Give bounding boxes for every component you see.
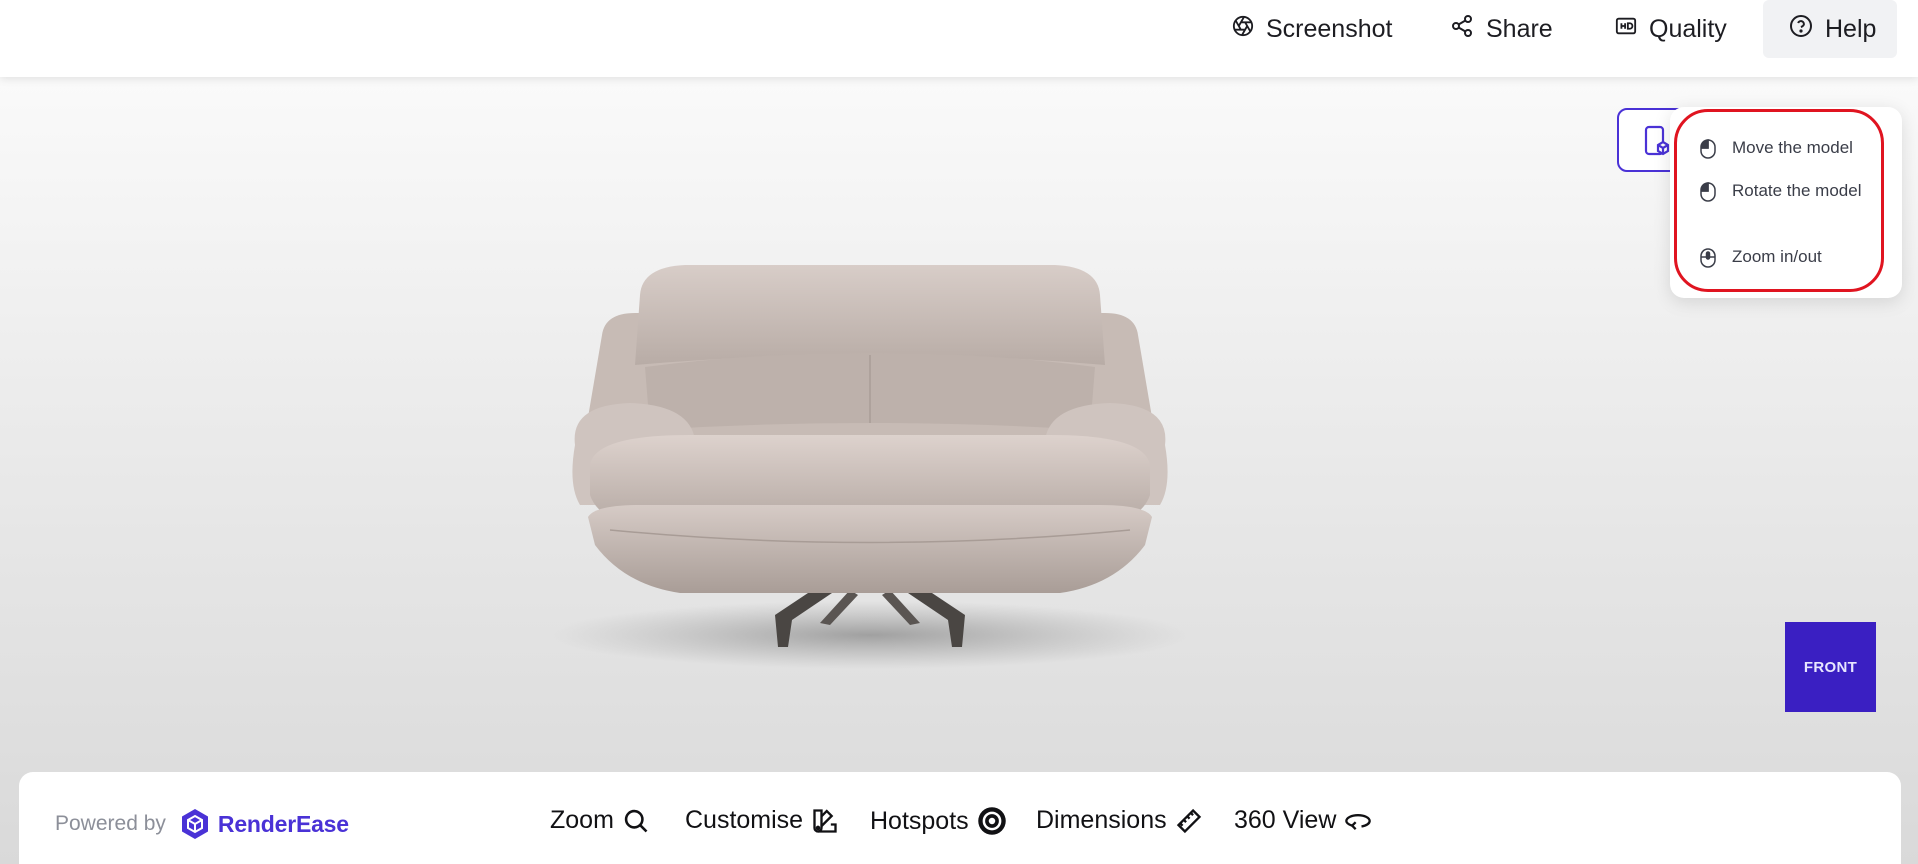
share-button[interactable]: Share bbox=[1450, 0, 1553, 58]
help-popover: Move the model Rotate the model Zoom in/… bbox=[1670, 107, 1902, 298]
swatch-icon bbox=[813, 808, 837, 833]
zoom-tool[interactable]: Zoom bbox=[550, 806, 650, 835]
customise-tool[interactable]: Customise bbox=[685, 806, 839, 835]
quality-label: Quality bbox=[1649, 14, 1727, 43]
help-item-zoom-label: Zoom in/out bbox=[1732, 247, 1822, 266]
view-cube-label: FRONT bbox=[1803, 658, 1858, 676]
hd-quality-icon bbox=[1615, 15, 1637, 44]
screenshot-label: Screenshot bbox=[1266, 14, 1393, 43]
magnifier-icon bbox=[624, 809, 648, 832]
customise-label: Customise bbox=[685, 806, 804, 834]
top-header: Screenshot Share Quality Help bbox=[0, 0, 1918, 77]
help-item-rotate-label: Rotate the model bbox=[1732, 181, 1862, 200]
view-cube-front[interactable]: FRONT bbox=[1785, 622, 1876, 712]
help-item-zoom: Zoom in/out bbox=[1700, 245, 1872, 269]
target-icon bbox=[977, 807, 1006, 835]
quality-button[interactable]: Quality bbox=[1615, 0, 1727, 58]
camera-aperture-icon bbox=[1232, 15, 1254, 44]
hotspots-tool[interactable]: Hotspots bbox=[870, 806, 1007, 836]
share-label: Share bbox=[1486, 14, 1553, 43]
dimensions-label: Dimensions bbox=[1036, 806, 1167, 834]
hotspots-label: Hotspots bbox=[870, 806, 969, 835]
help-item-rotate: Rotate the model bbox=[1700, 179, 1872, 203]
view-360-tool[interactable]: 360 View bbox=[1234, 806, 1372, 835]
mouse-left-click-icon bbox=[1700, 139, 1716, 159]
view-360-label: 360 View bbox=[1234, 806, 1337, 834]
bottom-toolbar: Powered by RenderEase Zoom Customise Hot… bbox=[19, 772, 1901, 864]
help-button[interactable]: Help bbox=[1763, 0, 1897, 58]
armchair-model[interactable] bbox=[520, 255, 1220, 675]
rotate-360-icon bbox=[1345, 813, 1372, 830]
zoom-label: Zoom bbox=[550, 806, 614, 834]
help-label: Help bbox=[1825, 14, 1877, 43]
share-icon bbox=[1450, 14, 1474, 45]
dimensions-tool[interactable]: Dimensions bbox=[1036, 806, 1203, 835]
mouse-scroll-icon bbox=[1700, 248, 1716, 268]
brand-logo[interactable]: RenderEase bbox=[180, 808, 349, 840]
powered-by: Powered by RenderEase bbox=[55, 808, 349, 840]
help-circle-icon bbox=[1789, 14, 1813, 45]
mouse-left-click-icon bbox=[1700, 182, 1716, 202]
cube-logo-icon bbox=[181, 809, 208, 839]
powered-by-label: Powered by bbox=[55, 812, 166, 835]
brand-name: RenderEase bbox=[217, 810, 349, 837]
screenshot-button[interactable]: Screenshot bbox=[1232, 0, 1392, 58]
ruler-icon bbox=[1176, 808, 1201, 833]
help-item-move: Move the model bbox=[1700, 136, 1872, 160]
help-item-move-label: Move the model bbox=[1732, 138, 1853, 157]
